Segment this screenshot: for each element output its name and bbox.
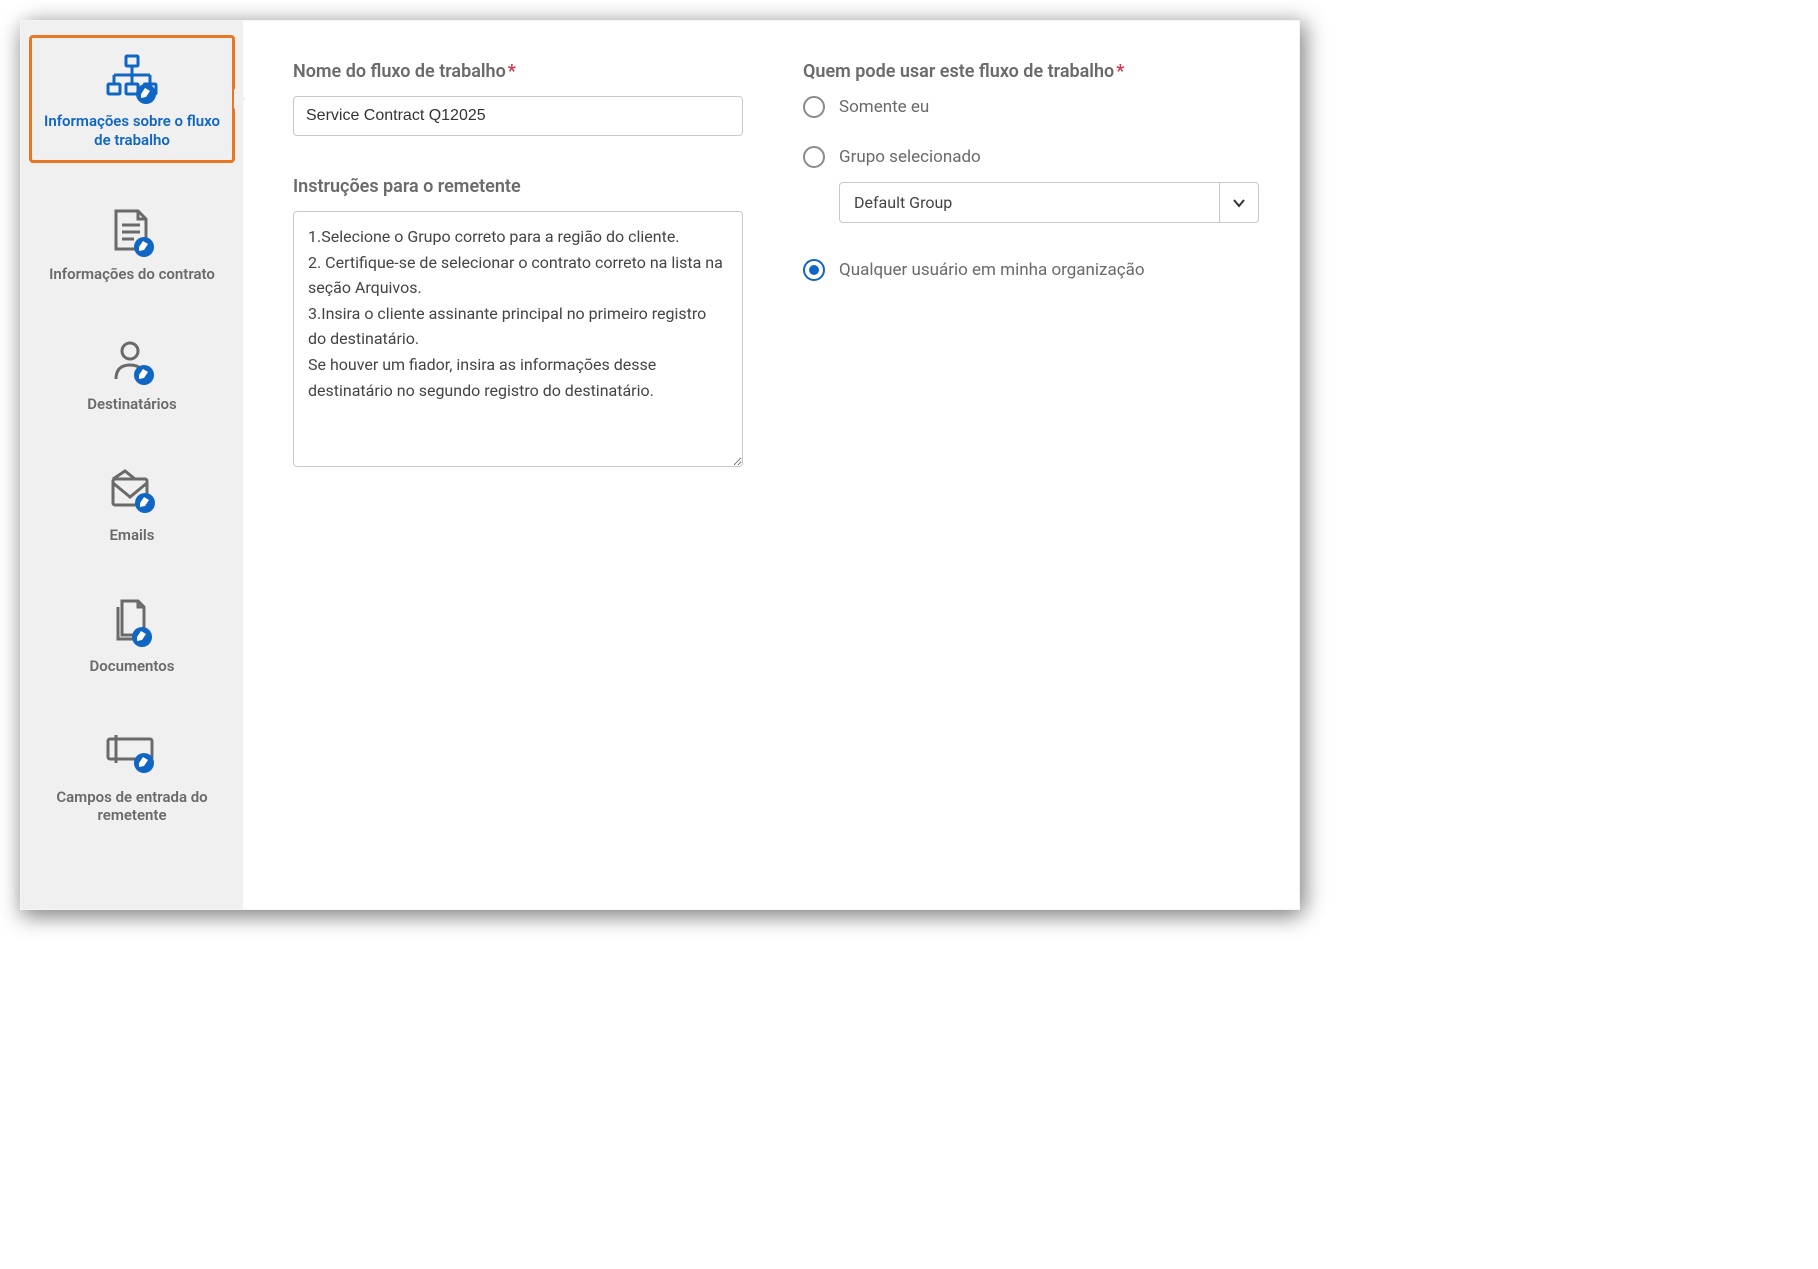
workflow-info-icon xyxy=(38,52,226,106)
sidebar-item-label: Informações do contrato xyxy=(35,265,229,284)
instructions-textarea[interactable] xyxy=(293,211,743,467)
radio-button[interactable] xyxy=(803,96,825,118)
radio-button[interactable] xyxy=(803,146,825,168)
sidebar-item-recipients[interactable]: Destinatários xyxy=(29,321,235,424)
radio-only-me[interactable]: Somente eu xyxy=(803,96,1259,118)
workflow-name-block: Nome do fluxo de trabalho* xyxy=(293,61,743,136)
documents-icon xyxy=(35,597,229,651)
radio-label: Grupo selecionado xyxy=(839,147,981,167)
who-can-use-label: Quem pode usar este fluxo de trabalho* xyxy=(803,61,1259,82)
workflow-name-input[interactable] xyxy=(293,96,743,136)
chevron-down-icon xyxy=(1231,195,1247,211)
sidebar-item-label: Destinatários xyxy=(35,395,229,414)
sidebar: Informações sobre o fluxo de trabalho In… xyxy=(21,21,243,909)
required-marker: * xyxy=(508,61,516,82)
contract-info-icon xyxy=(35,205,229,259)
group-select-value: Default Group xyxy=(839,182,1219,223)
sidebar-item-contract-info[interactable]: Informações do contrato xyxy=(29,191,235,294)
instructions-label: Instruções para o remetente xyxy=(293,176,743,197)
radio-label: Qualquer usuário em minha organização xyxy=(839,260,1145,280)
sidebar-item-label: Informações sobre o fluxo de trabalho xyxy=(38,112,226,150)
radio-label: Somente eu xyxy=(839,97,929,117)
main-panel: Nome do fluxo de trabalho* Instruções pa… xyxy=(243,21,1299,909)
workflow-name-label: Nome do fluxo de trabalho* xyxy=(293,61,743,82)
app-frame: Informações sobre o fluxo de trabalho In… xyxy=(20,20,1300,910)
left-column: Nome do fluxo de trabalho* Instruções pa… xyxy=(293,61,743,869)
sender-fields-icon xyxy=(35,728,229,782)
sidebar-item-sender-fields[interactable]: Campos de entrada do remetente xyxy=(29,714,235,836)
sidebar-item-label: Documentos xyxy=(35,657,229,676)
recipients-icon xyxy=(35,335,229,389)
emails-icon xyxy=(35,466,229,520)
sidebar-item-documents[interactable]: Documentos xyxy=(29,583,235,686)
instructions-block: Instruções para o remetente xyxy=(293,176,743,471)
group-select[interactable]: Default Group xyxy=(839,182,1259,223)
sidebar-item-label: Campos de entrada do remetente xyxy=(35,788,229,826)
sidebar-item-workflow-info[interactable]: Informações sobre o fluxo de trabalho xyxy=(29,35,235,163)
radio-selected-group[interactable]: Grupo selecionado xyxy=(803,146,1259,168)
required-marker: * xyxy=(1116,61,1124,82)
sidebar-item-label: Emails xyxy=(35,526,229,545)
right-column: Quem pode usar este fluxo de trabalho* S… xyxy=(803,61,1259,869)
radio-any-user[interactable]: Qualquer usuário em minha organização xyxy=(803,259,1259,281)
group-select-toggle[interactable] xyxy=(1219,182,1259,223)
sidebar-item-emails[interactable]: Emails xyxy=(29,452,235,555)
radio-button[interactable] xyxy=(803,259,825,281)
